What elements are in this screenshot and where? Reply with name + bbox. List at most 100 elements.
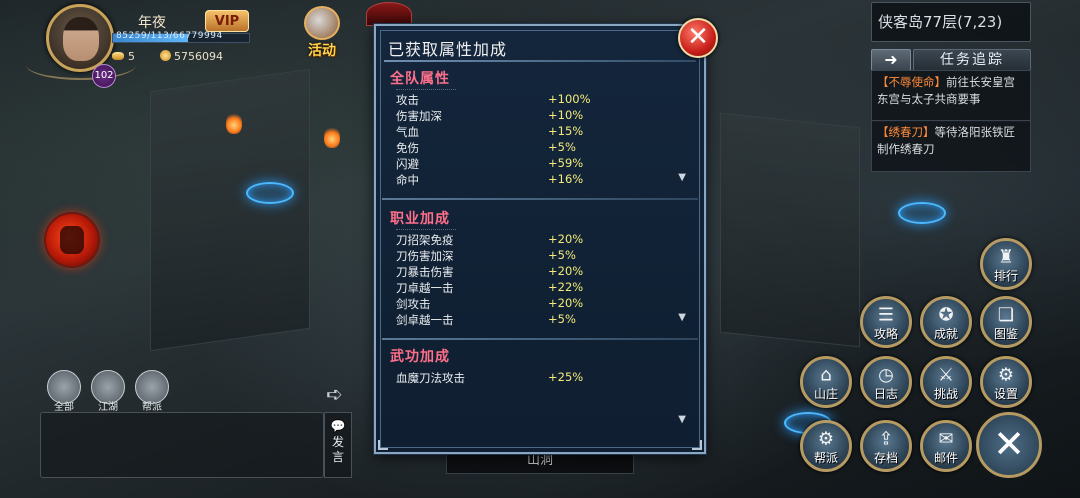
quest-tag: 【绣春刀】 <box>877 125 935 139</box>
save-label: 存档 <box>873 451 898 465</box>
attribute-row: 血魔刀法攻击 +25% <box>388 370 696 386</box>
vip-badge[interactable]: VIP <box>205 10 249 32</box>
handbook-button[interactable]: ❏ 图鉴 <box>980 296 1032 348</box>
upload-icon: ⇪ <box>878 428 894 450</box>
attribute-bonus-dialog: 已获取属性加成 全队属性 攻击 +100% 伤害加深 +10% 气血 +15% 免伤 +… <box>374 24 706 454</box>
attribute-value: +20% <box>548 296 584 310</box>
arrow-right-icon: ➜ <box>884 50 898 69</box>
scroll-down-icon[interactable]: ▼ <box>678 312 686 323</box>
location-display[interactable]: 侠客岛77层(7,23) <box>871 2 1031 42</box>
chat-log[interactable] <box>40 412 324 478</box>
book-icon: ❏ <box>997 304 1015 326</box>
strategy-label: 攻略 <box>873 327 898 341</box>
settings-button[interactable]: ⚙ 设置 <box>980 356 1032 408</box>
section-title: 职业加成 <box>390 211 450 227</box>
attribute-name: 血魔刀法攻击 <box>396 371 465 385</box>
chat-channel-label: 帮派 <box>142 402 162 413</box>
team-attribute-section[interactable]: 全队属性 攻击 +100% 伤害加深 +10% 气血 +15% 免伤 +5% 闪避 +59… <box>388 68 696 196</box>
scroll-down-icon[interactable]: ▼ <box>678 414 686 425</box>
close-menu-button[interactable]: ✕ <box>976 412 1042 478</box>
attribute-name: 命中 <box>396 173 419 187</box>
teleport-portal[interactable] <box>246 182 294 204</box>
achievement-label: 成就 <box>933 327 958 341</box>
gold-amount: 5 <box>128 50 135 63</box>
attribute-name: 攻击 <box>396 93 419 107</box>
section-divider <box>382 338 698 340</box>
drum-icon[interactable] <box>304 6 340 40</box>
attribute-name: 剑卓越一击 <box>396 313 454 327</box>
rage-skill-button[interactable] <box>44 212 100 268</box>
attribute-name: 刀卓越一击 <box>396 281 454 295</box>
attribute-list: 攻击 +100% 伤害加深 +10% 气血 +15% 免伤 +5% 闪避 +59% 命中 +… <box>388 92 696 188</box>
challenge-button[interactable]: ⚔ 挑战 <box>920 356 972 408</box>
scroll-down-icon[interactable]: ▼ <box>678 172 686 183</box>
gear-icon: ⚙ <box>997 364 1015 386</box>
avatar-portrait <box>63 17 99 61</box>
attribute-value: +100% <box>548 92 591 106</box>
player-name: 年夜 <box>138 15 166 31</box>
teleport-portal[interactable] <box>898 202 946 224</box>
activity-button-label[interactable]: 活动 <box>308 40 336 60</box>
trophy-icon: ♜ <box>997 246 1015 268</box>
close-icon: ✕ <box>993 422 1025 466</box>
guild-label: 帮派 <box>813 451 838 465</box>
attribute-row: 刀暴击伤害 +20% <box>388 264 696 280</box>
rank-button[interactable]: ♜ 排行 <box>980 238 1032 290</box>
rank-label: 排行 <box>993 269 1018 283</box>
dialog-close-button[interactable]: ✕ <box>678 18 718 58</box>
silver-coin-icon <box>160 50 171 61</box>
quest-item[interactable]: 【不辱使命】前往长安皇宫东宫与太子共商要事 <box>871 70 1031 122</box>
save-button[interactable]: ⇪ 存档 <box>860 420 912 472</box>
attribute-list: 刀招架免疫 +20% 刀伤害加深 +5% 刀暴击伤害 +20% 刀卓越一击 +22% 剑… <box>388 232 696 328</box>
speak-button[interactable]: 💬 发言 <box>324 412 352 478</box>
attribute-name: 气血 <box>396 125 419 139</box>
mail-button[interactable]: ✉ 邮件 <box>920 420 972 472</box>
attribute-value: +59% <box>548 156 584 170</box>
attribute-value: +5% <box>548 312 576 326</box>
torch-icon <box>324 126 340 148</box>
chat-channel-label: 全部 <box>54 402 74 413</box>
clock-icon: ◷ <box>878 364 894 386</box>
guild-gear-icon: ⚙ <box>817 428 835 450</box>
attribute-row: 气血 +15% <box>388 124 696 140</box>
attribute-value: +10% <box>548 108 584 122</box>
attribute-value: +20% <box>548 232 584 246</box>
manor-button[interactable]: ⌂ 山庄 <box>800 356 852 408</box>
quest-item[interactable]: 【绣春刀】等待洛阳张铁匠制作绣春刀 <box>871 120 1031 172</box>
attribute-row: 刀招架免疫 +20% <box>388 232 696 248</box>
gold-ingot-icon <box>112 52 124 60</box>
attribute-value: +16% <box>548 172 584 186</box>
player-avatar[interactable] <box>46 4 114 72</box>
martial-skill-bonus-section[interactable]: 武功加成 血魔刀法攻击 +25% ▼ <box>388 346 696 428</box>
quest-collapse-button[interactable]: ➜ <box>871 49 911 71</box>
section-title: 武功加成 <box>390 349 450 365</box>
fighters-icon: ⚔ <box>937 364 955 386</box>
event-banner-icon[interactable] <box>366 2 412 26</box>
scene-wall-right <box>720 112 860 348</box>
section-divider <box>382 198 698 200</box>
chat-collapse-arrow-icon[interactable]: ➪ <box>326 382 343 406</box>
attribute-name: 刀招架免疫 <box>396 233 454 247</box>
attribute-name: 刀暴击伤害 <box>396 265 454 279</box>
speak-label: 发言 <box>331 435 344 464</box>
strategy-button[interactable]: ☰ 攻略 <box>860 296 912 348</box>
close-icon: ✕ <box>687 22 709 52</box>
guild-button[interactable]: ⚙ 帮派 <box>800 420 852 472</box>
level-badge: 102 <box>92 64 116 88</box>
attribute-name: 免伤 <box>396 141 419 155</box>
attribute-value: +15% <box>548 124 584 138</box>
journal-button[interactable]: ◷ 日志 <box>860 356 912 408</box>
attribute-row: 免伤 +5% <box>388 140 696 156</box>
attribute-value: +22% <box>548 280 584 294</box>
demon-face-icon <box>60 226 84 254</box>
medal-icon: ✪ <box>938 304 954 326</box>
attribute-row: 命中 +16% <box>388 172 696 188</box>
achievement-button[interactable]: ✪ 成就 <box>920 296 972 348</box>
pavilion-icon: ⌂ <box>820 364 832 386</box>
scene-wall-left <box>150 68 310 352</box>
attribute-value: +5% <box>548 248 576 262</box>
attribute-row: 伤害加深 +10% <box>388 108 696 124</box>
class-bonus-section[interactable]: 职业加成 刀招架免疫 +20% 刀伤害加深 +5% 刀暴击伤害 +20% 刀卓越一击 +… <box>388 208 696 336</box>
quest-track-tab[interactable]: 任务追踪 <box>913 49 1031 71</box>
attribute-value: +25% <box>548 370 584 384</box>
